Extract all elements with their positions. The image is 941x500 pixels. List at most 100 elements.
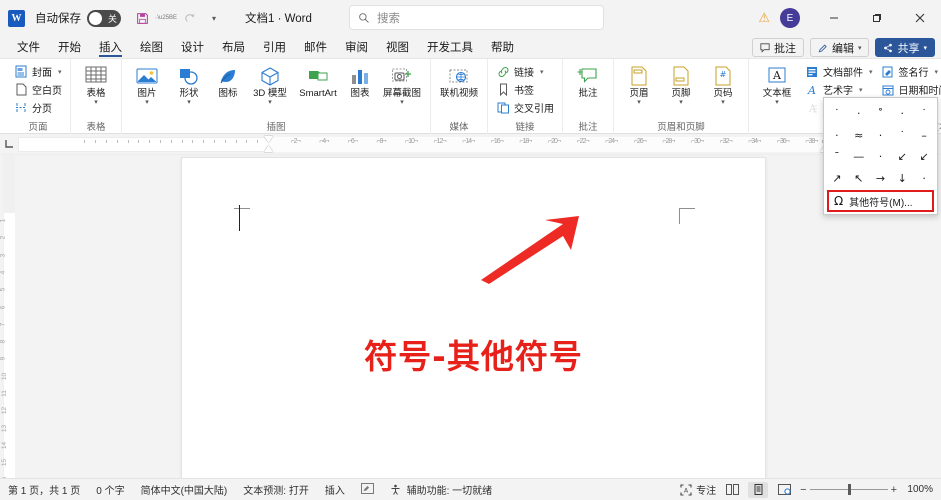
status-accessibility[interactable]: 辅助功能: 一切就绪	[382, 482, 500, 497]
share-button[interactable]: 共享 ▾	[875, 38, 935, 57]
online-video-button[interactable]: 联机视频	[435, 62, 483, 99]
ruler-minor-tick	[106, 140, 107, 143]
comments-button[interactable]: 批注	[751, 38, 804, 57]
autosave-toggle[interactable]: 关	[87, 9, 121, 27]
date-time-label: 日期和时间	[898, 86, 941, 97]
search-box[interactable]: 搜索	[349, 5, 604, 30]
status-page-count[interactable]: 第 1 页，共 1 页	[0, 482, 88, 497]
status-track-changes-icon[interactable]	[353, 482, 382, 497]
warning-icon[interactable]: ⚠	[758, 10, 770, 26]
symbol-cell[interactable]: ¯	[826, 146, 848, 168]
tab-file[interactable]: 文件	[8, 38, 49, 58]
symbol-cell[interactable]: ↙	[891, 146, 913, 168]
avatar[interactable]: E	[780, 8, 800, 28]
horizontal-ruler[interactable]: ⌐2¬ ⌐4¬ ⌐6¬ ⌐8¬ ⌐10¬ ⌐12¬ ⌐14¬ ⌐16¬ ⌐18¬ ⌐20¬ ⌐22¬…	[0, 134, 941, 155]
zoom-knob[interactable]	[847, 484, 851, 495]
status-insert-mode[interactable]: 插入	[317, 482, 353, 497]
restore-button[interactable]	[855, 0, 898, 36]
tab-design[interactable]: 设计	[172, 38, 213, 58]
read-mode-view-button[interactable]	[722, 482, 742, 498]
ruler-minor-tick	[160, 140, 161, 143]
zoom-percent-label[interactable]: 100%	[903, 484, 933, 495]
symbol-cell[interactable]: ·	[826, 125, 848, 147]
focus-mode-button[interactable]: A 专注	[680, 482, 716, 497]
insert-shapes-button[interactable]: 形状 ▾	[168, 62, 210, 106]
symbol-cell[interactable]: ·	[870, 125, 892, 147]
bookmark-button[interactable]: 书签	[492, 81, 558, 98]
vertical-ruler[interactable]: 12345678910111213141516	[0, 155, 18, 484]
symbol-cell[interactable]: ·	[891, 103, 913, 125]
undo-icon[interactable]: \u25BE	[155, 7, 177, 29]
insert-table-button[interactable]: 表格 ▾	[75, 62, 117, 106]
date-time-button[interactable]: 日期和时间	[877, 81, 941, 98]
insert-picture-button[interactable]: 图片 ▾	[126, 62, 168, 106]
left-indent-marker[interactable]	[264, 146, 273, 152]
redo-icon[interactable]	[179, 7, 201, 29]
ruler-tick-label: ⌐24¬	[605, 138, 618, 145]
page-break-button[interactable]: 分页	[10, 99, 66, 116]
footer-button[interactable]: 页脚 ▾	[660, 62, 702, 106]
header-button[interactable]: 页眉 ▾	[618, 62, 660, 106]
tab-layout[interactable]: 布局	[213, 38, 254, 58]
save-icon[interactable]	[131, 7, 153, 29]
zoom-track[interactable]	[809, 484, 888, 495]
document-body-text[interactable]: 符号-其他符号	[182, 330, 765, 378]
quick-parts-button[interactable]: 文档部件 ▾	[801, 63, 877, 80]
document-page[interactable]: 符号-其他符号	[182, 158, 765, 478]
insert-3d-model-button[interactable]: 3D 模型 ▾	[246, 62, 294, 106]
status-word-count[interactable]: 0 个字	[88, 482, 132, 497]
symbol-cell[interactable]: –	[913, 125, 935, 147]
tab-view[interactable]: 视图	[377, 38, 418, 58]
tab-stop-selector-icon[interactable]	[4, 138, 16, 150]
symbol-cell[interactable]: ·	[913, 168, 935, 190]
symbol-cell[interactable]: ↖	[848, 168, 870, 190]
insert-chart-button[interactable]: 图表	[342, 62, 378, 99]
minimize-button[interactable]	[812, 0, 855, 36]
symbol-cell[interactable]: ˙	[913, 103, 935, 125]
cover-page-button[interactable]: 封面 ▾	[10, 63, 66, 80]
status-text-prediction[interactable]: 文本预测: 打开	[235, 482, 317, 497]
symbol-cell[interactable]: ≈	[848, 125, 870, 147]
tab-home[interactable]: 开始	[49, 38, 90, 58]
new-comment-button[interactable]: 批注	[567, 62, 609, 99]
qat-more-icon[interactable]: ▾	[203, 7, 225, 29]
tab-review[interactable]: 审阅	[336, 38, 377, 58]
tab-draw[interactable]: 绘图	[131, 38, 172, 58]
symbol-cell[interactable]: ˚	[870, 103, 892, 125]
symbol-cell[interactable]: ↗	[826, 168, 848, 190]
symbol-cell[interactable]: ·	[870, 146, 892, 168]
symbol-dropdown-panel: ˙ · ˚ · ˙ · ≈ · ˙ – ¯ — · ↙ ↙ ↗ ↖ → ↓ · …	[823, 97, 938, 215]
text-box-button[interactable]: A 文本框 ▾	[753, 62, 801, 106]
insert-link-button[interactable]: 链接 ▾	[492, 63, 558, 80]
zoom-slider[interactable]: − +	[800, 484, 897, 496]
more-symbols-menu-item[interactable]: Ω 其他符号(M)...	[827, 190, 934, 212]
symbol-cell[interactable]: ↓	[891, 168, 913, 190]
print-layout-view-button[interactable]	[748, 481, 769, 498]
symbol-cell[interactable]: ˙	[826, 103, 848, 125]
cross-reference-button[interactable]: 交叉引用	[492, 99, 558, 116]
symbol-cell[interactable]: ↙	[913, 146, 935, 168]
wordart-button[interactable]: A 艺术字 ▾	[801, 81, 877, 98]
editing-button[interactable]: 编辑 ▾	[809, 38, 870, 57]
zoom-in-button[interactable]: +	[891, 484, 897, 496]
tab-developer[interactable]: 开发工具	[418, 38, 482, 58]
zoom-out-button[interactable]: −	[800, 484, 806, 496]
symbol-cell[interactable]: ˙	[891, 125, 913, 147]
blank-page-button[interactable]: 空白页	[10, 81, 66, 98]
close-button[interactable]	[898, 0, 941, 36]
first-line-indent-marker[interactable]	[264, 136, 273, 142]
signature-line-button[interactable]: 签名行 ▾	[877, 63, 941, 80]
tab-references[interactable]: 引用	[254, 38, 295, 58]
symbol-cell[interactable]: ·	[848, 103, 870, 125]
insert-icons-button[interactable]: 图标	[210, 62, 246, 99]
status-language[interactable]: 简体中文(中国大陆)	[133, 482, 236, 497]
page-number-button[interactable]: # 页码 ▾	[702, 62, 744, 106]
screenshot-button[interactable]: 屏幕截图 ▾	[378, 62, 426, 106]
tab-help[interactable]: 帮助	[482, 38, 523, 58]
tab-mailings[interactable]: 邮件	[295, 38, 336, 58]
symbol-cell[interactable]: →	[870, 168, 892, 190]
insert-smartart-button[interactable]: SmartArt	[294, 62, 342, 99]
web-layout-view-button[interactable]	[774, 482, 794, 498]
tab-insert[interactable]: 插入	[90, 38, 131, 58]
symbol-cell[interactable]: —	[848, 146, 870, 168]
